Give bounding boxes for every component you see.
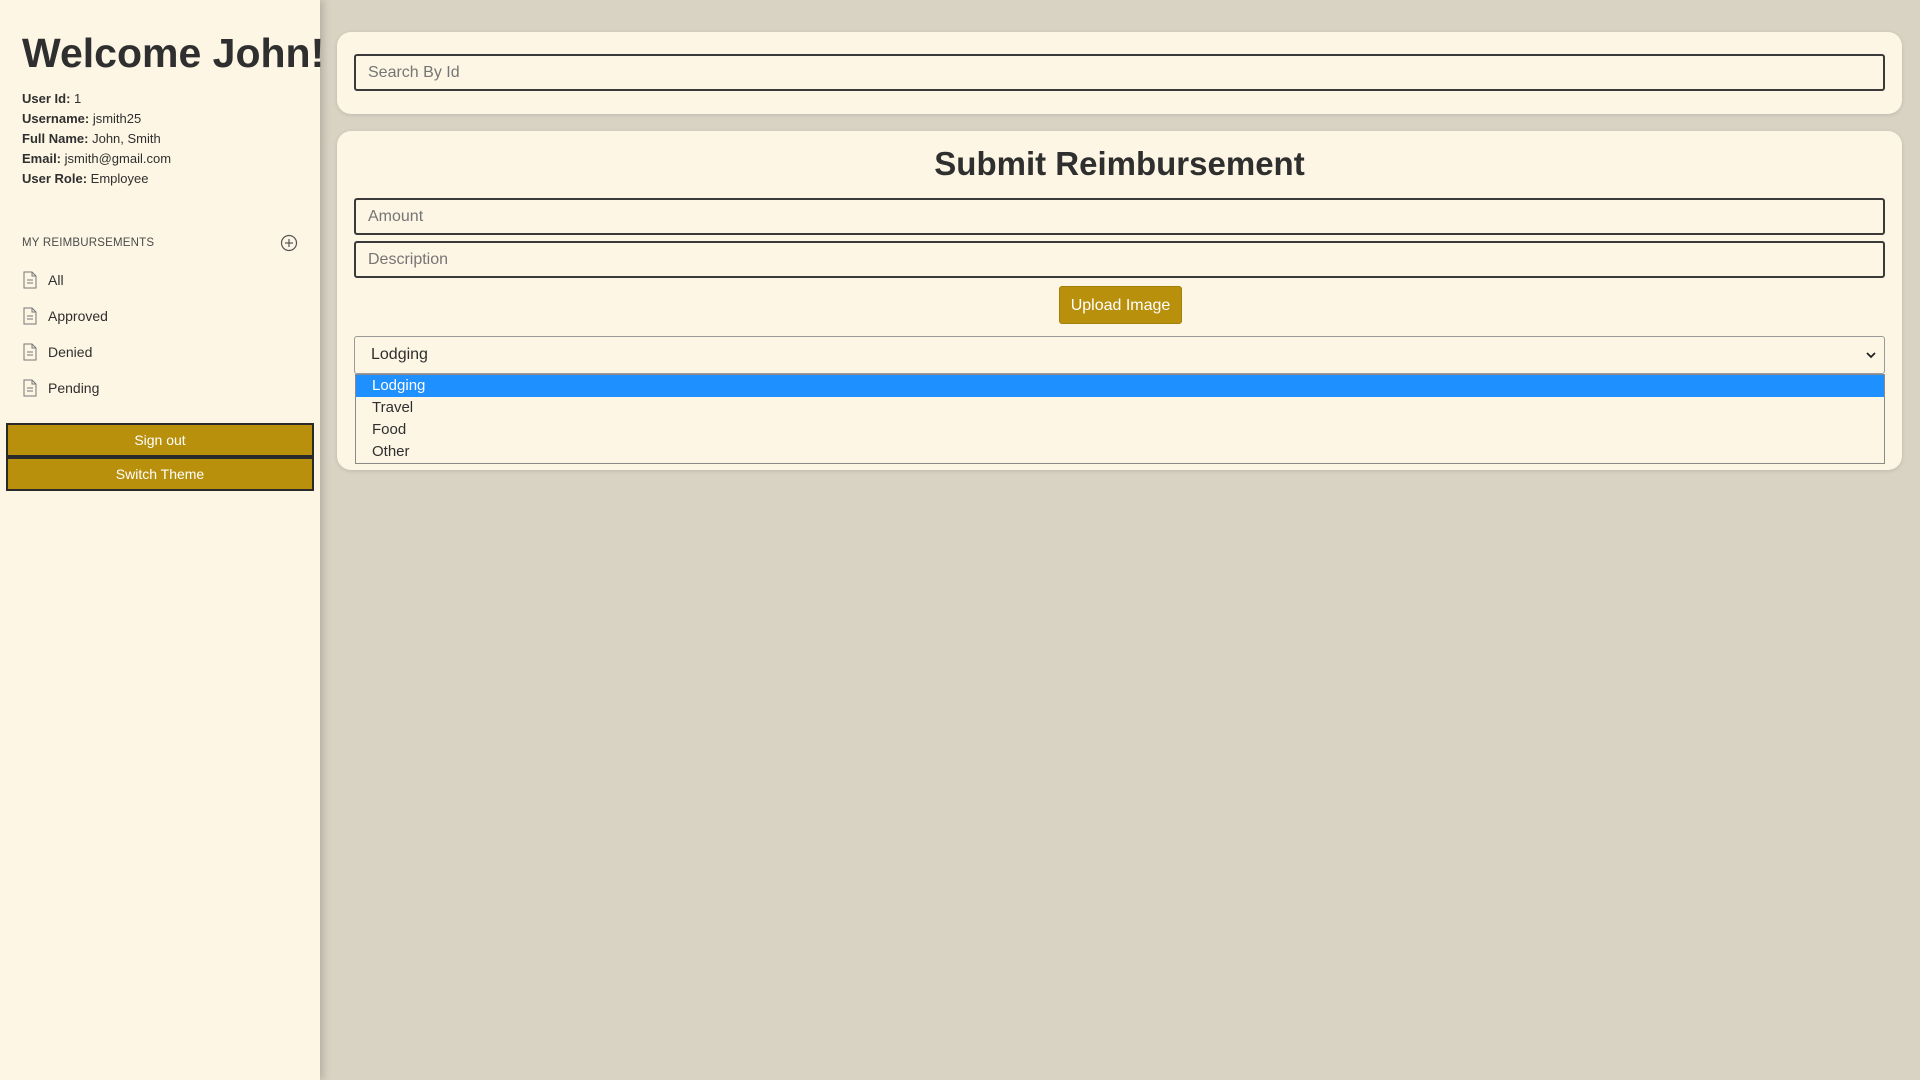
user-info-fullname: Full Name: John, Smith bbox=[22, 131, 161, 146]
user-info-id: User Id: 1 bbox=[22, 91, 82, 106]
nav-item-pending[interactable]: Pending bbox=[22, 370, 108, 406]
sign-out-button[interactable]: Sign out bbox=[6, 423, 314, 457]
user-info-username: Username: jsmith25 bbox=[22, 111, 142, 126]
document-icon bbox=[23, 307, 37, 325]
user-info: User Id: 1 Username: jsmith25 Full Name:… bbox=[22, 89, 171, 189]
nav-item-denied[interactable]: Denied bbox=[22, 334, 108, 370]
switch-theme-button[interactable]: Switch Theme bbox=[6, 457, 314, 491]
document-icon bbox=[23, 343, 37, 361]
form-title: Submit Reimbursement bbox=[934, 145, 1305, 182]
option-other[interactable]: Other bbox=[356, 441, 1884, 463]
submit-reimbursement-card: Submit Reimbursement Upload Image Lodgin… bbox=[337, 131, 1902, 470]
search-input[interactable] bbox=[354, 54, 1885, 91]
nav-item-label: Denied bbox=[48, 344, 93, 360]
nav-item-label: All bbox=[48, 272, 64, 288]
welcome-heading: Welcome John! bbox=[22, 30, 325, 76]
option-lodging[interactable]: Lodging bbox=[356, 375, 1884, 397]
upload-image-button[interactable]: Upload Image bbox=[1059, 286, 1182, 324]
chevron-down-icon bbox=[1866, 352, 1876, 359]
user-info-role: User Role: Employee bbox=[22, 171, 149, 186]
option-food[interactable]: Food bbox=[356, 419, 1884, 441]
amount-input[interactable] bbox=[354, 198, 1885, 235]
user-info-email: Email: jsmith@gmail.com bbox=[22, 151, 172, 166]
document-icon bbox=[23, 271, 37, 289]
option-travel[interactable]: Travel bbox=[356, 397, 1884, 419]
description-input[interactable] bbox=[354, 241, 1885, 278]
sidebar: Welcome John! User Id: 1 Username: jsmit… bbox=[0, 0, 324, 1080]
search-card bbox=[337, 32, 1902, 114]
reimbursement-nav: All Approved Denied Pending bbox=[22, 262, 108, 406]
reimbursement-type-select[interactable]: Lodging bbox=[354, 336, 1885, 374]
add-circle-icon[interactable] bbox=[280, 234, 298, 252]
select-value: Lodging bbox=[371, 346, 428, 363]
nav-item-label: Approved bbox=[48, 308, 108, 324]
section-title: MY REIMBURSEMENTS bbox=[22, 237, 155, 249]
document-icon bbox=[23, 379, 37, 397]
nav-item-approved[interactable]: Approved bbox=[22, 298, 108, 334]
type-dropdown-list: Lodging Travel Food Other bbox=[355, 374, 1885, 464]
reimbursements-section-header: MY REIMBURSEMENTS bbox=[22, 234, 298, 252]
nav-item-label: Pending bbox=[48, 380, 100, 396]
nav-item-all[interactable]: All bbox=[22, 262, 108, 298]
